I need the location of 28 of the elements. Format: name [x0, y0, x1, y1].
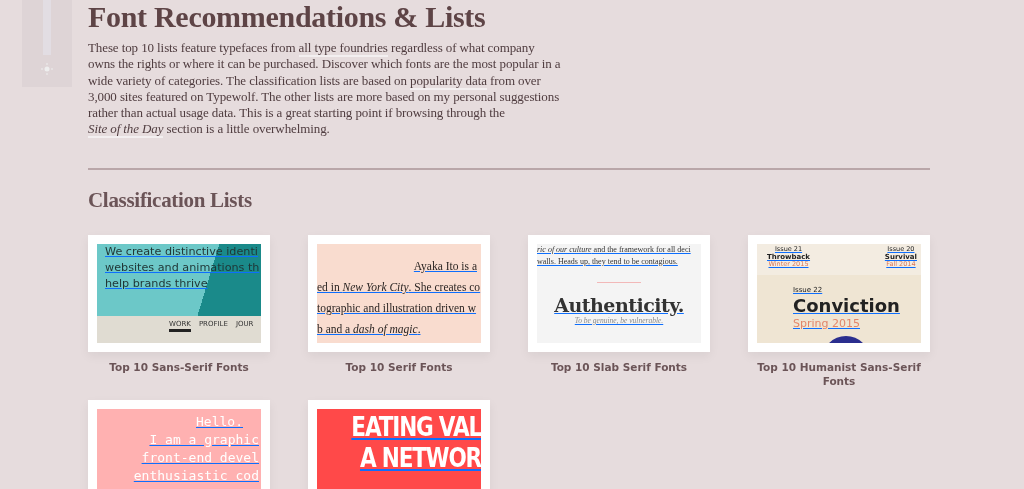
preview-text: Ayaka Ito is a: [412, 258, 478, 275]
preview-headline: EATING VAL: [350, 410, 481, 442]
page-title: Font Recommendations & Lists: [88, 0, 487, 34]
preview-text: ed in New York City. She creates co: [317, 279, 481, 296]
sun-icon[interactable]: [41, 63, 53, 75]
preview-headline: help brands thrive: [104, 275, 209, 292]
card-title[interactable]: Top 10 Sans-Serif Fonts: [88, 359, 270, 374]
preview-text: I am a graphic: [148, 430, 260, 449]
preview-text: enthusiastic cod: [132, 466, 260, 485]
intro-paragraph: These top 10 lists feature typefaces from all type foundries regardless of what company owns the rights or where it can be purchased. Discover which fonts are the most popular in a wide variety of categories. The classification lists are based on popularity data from over 3,000 sites featured on Typewolf. The other lists are more based on my personal suggestions rather than actual usage data. This is a great starting point if browsing through the Site of the Day section is a little overwhelming.: [88, 40, 562, 138]
card-title[interactable]: Top 10 Slab Serif Fonts: [528, 359, 710, 374]
preview-headline: Authenticity.: [553, 293, 685, 316]
preview-text: Hello.: [195, 412, 244, 431]
preview-text: tographic and illustration driven w: [317, 300, 478, 317]
preview-headline: Conviction: [792, 294, 901, 317]
preview-date: Spring 2015: [792, 316, 861, 330]
preview-text: ric of our culture and the framework for all deci: [537, 243, 692, 256]
thumbnail-card[interactable]: Ayaka Ito is a ed in New York City. She creates co tographic and illustration driven w b and a dash of magic.: [308, 234, 490, 352]
card-title[interactable]: Top 10 Humanist Sans-Serif Fonts: [748, 359, 930, 388]
preview-text: front-end devel: [140, 448, 260, 467]
preview-text: walls. Heads up, they tend to be contagious.: [537, 255, 679, 268]
text-link[interactable]: popularity data: [410, 72, 487, 90]
section-title: Classification Lists: [88, 187, 253, 213]
text-link[interactable]: all type foundries: [298, 40, 388, 57]
preview-text: b and a dash of magic.: [317, 321, 422, 338]
card-title[interactable]: Top 10 Serif Fonts: [308, 359, 490, 374]
preview-headline: A NETWOR: [359, 441, 481, 473]
text-link[interactable]: Site of the Day: [88, 121, 164, 139]
